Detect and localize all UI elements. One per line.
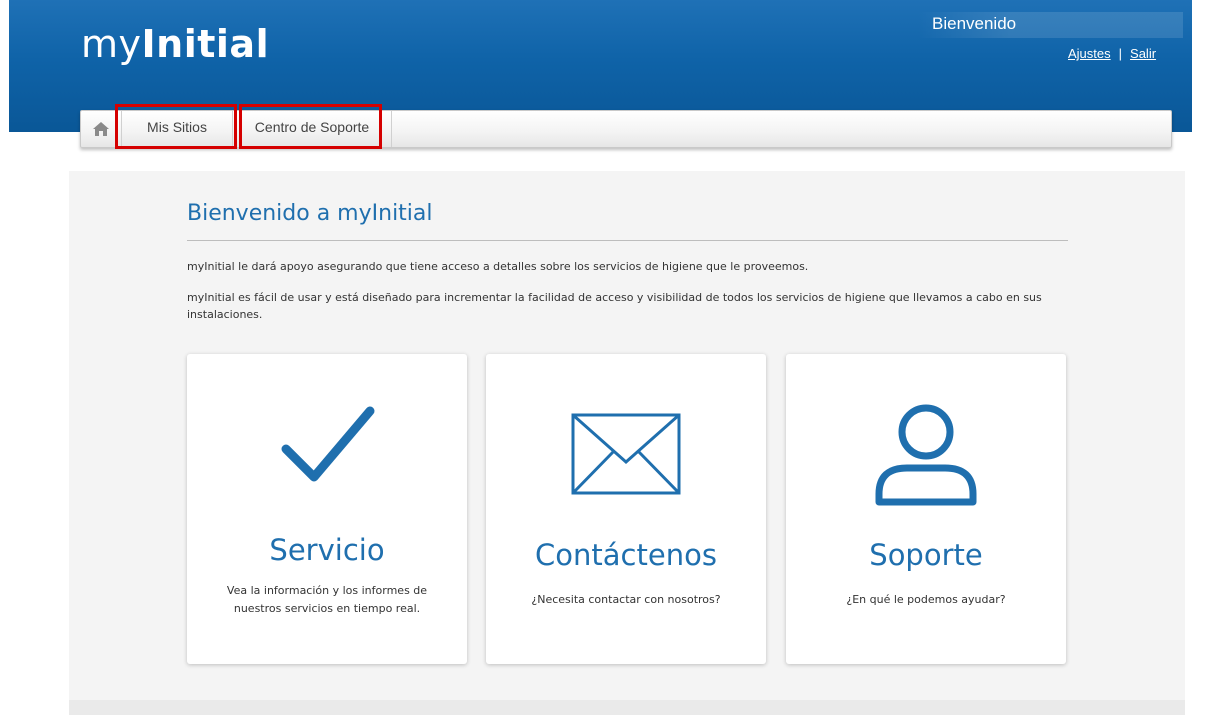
welcome-text: Bienvenido <box>932 14 1017 33</box>
user-icon <box>786 402 1066 513</box>
logo-light-text: my <box>81 22 142 66</box>
card-desc-servicio-line-1: Vea la información y los informes de <box>226 584 428 597</box>
card-title-soporte: Soporte <box>869 538 983 572</box>
intro-paragraph-2: myInitial es fácil de usar y está diseña… <box>187 291 1042 321</box>
card-desc-servicio-line-2: nuestros servicios en tiempo real. <box>233 602 421 615</box>
content-bottom-band <box>69 700 1185 715</box>
intro-paragraph-1: myInitial le dará apoyo asegurando que t… <box>187 260 809 273</box>
checkmark-icon <box>187 399 467 494</box>
card-title-contactenos: Contáctenos <box>535 538 717 572</box>
logo-bold-text: Initial <box>141 22 270 66</box>
card-contactenos[interactable]: Contáctenos ¿Necesita contactar con noso… <box>486 354 766 664</box>
envelope-icon <box>486 412 766 501</box>
card-soporte[interactable]: Soporte ¿En qué le podemos ayudar? <box>786 354 1066 664</box>
page-title: Bienvenido a myInitial <box>187 201 433 226</box>
link-separator: | <box>1118 46 1123 61</box>
settings-link[interactable]: Ajustes <box>1068 46 1111 61</box>
highlight-box-centro-de-soporte <box>239 104 382 149</box>
top-links: Ajustes | Salir <box>1068 46 1156 61</box>
card-servicio[interactable]: Servicio Vea la información y los inform… <box>187 354 467 664</box>
card-title-servicio: Servicio <box>269 533 385 567</box>
highlight-box-mis-sitios <box>115 104 237 149</box>
title-divider <box>187 240 1068 241</box>
welcome-banner: Bienvenido <box>918 12 1183 38</box>
card-desc-servicio: Vea la información y los informes de nue… <box>207 582 447 618</box>
logo: myInitial <box>81 22 269 66</box>
logout-link[interactable]: Salir <box>1130 46 1156 61</box>
home-icon <box>93 122 109 136</box>
card-desc-soporte: ¿En qué le podemos ayudar? <box>846 593 1006 606</box>
card-desc-contactenos: ¿Necesita contactar con nosotros? <box>531 593 721 606</box>
